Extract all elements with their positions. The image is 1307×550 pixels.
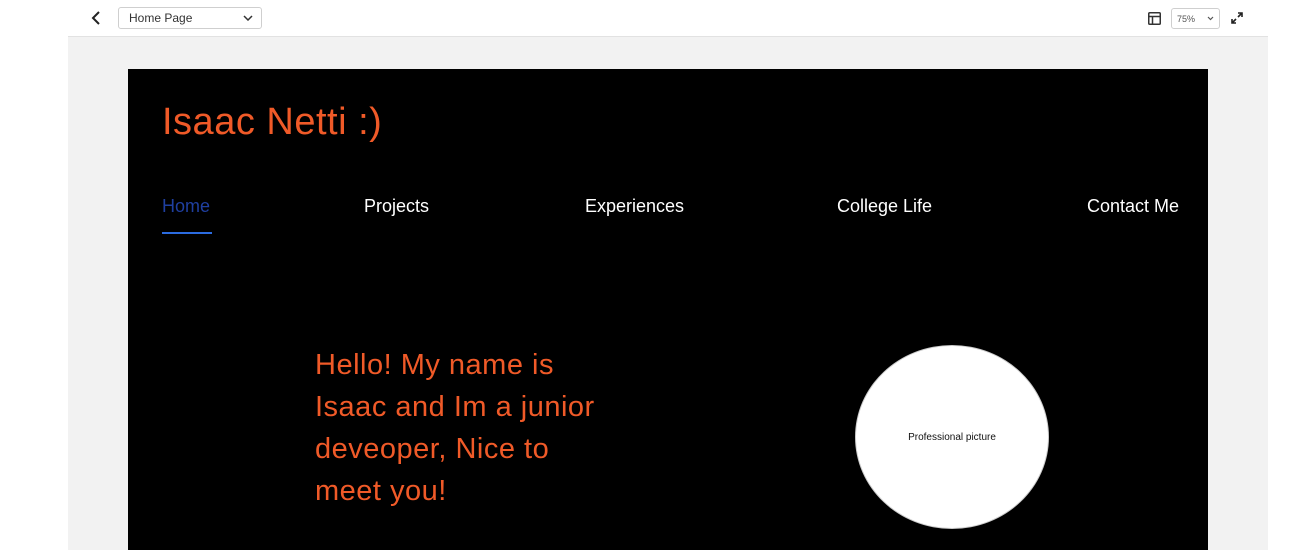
site-title: Isaac Netti :) [162,101,383,143]
chevron-down-icon [1207,16,1214,21]
page-select[interactable]: Home Page [118,7,262,29]
professional-picture-placeholder: Professional picture [855,345,1049,529]
nav-contact-me[interactable]: Contact Me [1087,196,1179,217]
nav-experiences[interactable]: Experiences [585,196,684,217]
zoom-select[interactable]: 75% [1171,8,1220,29]
nav-home[interactable]: Home [162,196,210,217]
layout-toggle-button[interactable] [1146,10,1162,26]
website-preview: Isaac Netti :) Home Projects Experiences… [128,69,1208,550]
layout-panel-icon [1147,11,1161,25]
page-select-value: Home Page [129,11,193,25]
fullscreen-button[interactable] [1229,10,1245,26]
expand-icon [1231,12,1243,24]
nav-college-life[interactable]: College Life [837,196,932,217]
chevron-down-icon [243,15,253,21]
intro-text: Hello! My name is Isaac and Im a junior … [315,349,595,507]
back-button[interactable] [86,7,106,29]
chevron-left-icon [91,11,100,25]
active-nav-indicator [162,232,212,234]
editor-toolbar: Home Page 75% [0,0,1307,36]
photo-placeholder-label: Professional picture [908,431,996,443]
zoom-value: 75% [1177,13,1196,24]
nav-projects[interactable]: Projects [364,196,429,217]
